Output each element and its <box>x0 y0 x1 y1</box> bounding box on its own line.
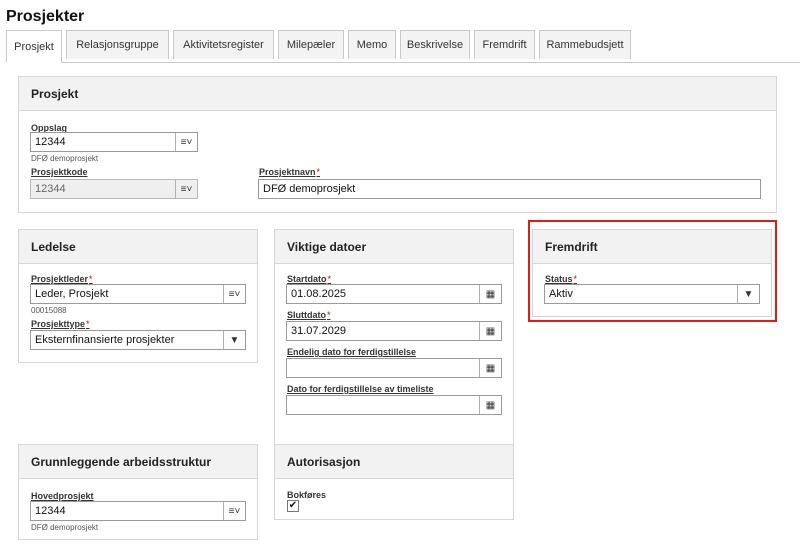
chevron-down-icon[interactable]: ▼ <box>223 331 245 349</box>
tab-aktivitetsregister[interactable]: Aktivitetsregister <box>173 30 274 59</box>
calendar-icon[interactable]: ▦ <box>479 359 501 377</box>
hovedprosjekt-label: Hovedprosjekt <box>31 491 94 501</box>
prosjektkode-field[interactable]: 12344 ≡˅ <box>30 179 198 199</box>
ledelse-card: Ledelse Prosjektleder* Leder, Prosjekt ≡… <box>18 229 258 363</box>
autorisasjon-card: Autorisasjon Bokføres ✔ <box>274 444 514 520</box>
endelig-dato-field[interactable]: ▦ <box>286 358 502 378</box>
tab-fremdrift[interactable]: Fremdrift <box>474 30 535 59</box>
timeliste-dato-field[interactable]: ▦ <box>286 395 502 415</box>
prosjektleder-id: 00015088 <box>31 306 67 315</box>
calendar-icon[interactable]: ▦ <box>479 396 501 414</box>
arbeidsstruktur-card-title: Grunnleggende arbeidsstruktur <box>19 445 257 479</box>
startdato-value: 01.08.2025 <box>291 288 347 300</box>
prosjektleder-field[interactable]: Leder, Prosjekt ≡˅ <box>30 284 246 304</box>
prosjektnavn-field[interactable]: DFØ demoprosjekt <box>258 179 761 199</box>
ledelse-card-title: Ledelse <box>19 230 257 264</box>
hovedprosjekt-value: 12344 <box>35 505 66 517</box>
oppslag-value: 12344 <box>35 136 66 148</box>
page-title: Prosjekter <box>6 8 85 25</box>
endelig-dato-label: Endelig dato for ferdigstillelse <box>287 347 417 357</box>
highlight-box <box>528 220 777 322</box>
hovedprosjekt-description: DFØ demoprosjekt <box>31 523 99 532</box>
prosjekt-card: Prosjekt Oppslag 12344 ≡˅ DFØ demoprosje… <box>18 76 777 213</box>
hovedprosjekt-field[interactable]: 12344 ≡˅ <box>30 501 246 521</box>
tab-content: Prosjekt Oppslag 12344 ≡˅ DFØ demoprosje… <box>6 63 800 551</box>
prosjekttype-select[interactable]: Eksternfinansierte prosjekter ▼ <box>30 330 246 350</box>
prosjektkode-label: Prosjektkode <box>31 167 88 177</box>
bokfores-checkbox[interactable]: ✔ <box>287 500 299 512</box>
prosjektnavn-value: DFØ demoprosjekt <box>263 183 356 195</box>
tab-bar: Prosjekt Relasjonsgruppe Aktivitetsregis… <box>6 30 800 63</box>
sluttdato-label: Sluttdato* <box>287 310 331 320</box>
prosjekttype-value: Eksternfinansierte prosjekter <box>35 334 175 346</box>
tab-relasjonsgruppe[interactable]: Relasjonsgruppe <box>66 30 169 59</box>
tab-beskrivelse[interactable]: Beskrivelse <box>400 30 470 59</box>
prosjektkode-value: 12344 <box>35 183 66 195</box>
list-lookup-icon[interactable]: ≡˅ <box>223 502 245 520</box>
prosjekttype-label: Prosjekttype* <box>31 319 90 329</box>
sluttdato-value: 31.07.2029 <box>291 325 347 337</box>
oppslag-field[interactable]: 12344 ≡˅ <box>30 132 198 152</box>
timeliste-dato-label: Dato for ferdigstillelse av timeliste <box>287 384 434 394</box>
list-lookup-icon[interactable]: ≡˅ <box>223 285 245 303</box>
tab-prosjekt[interactable]: Prosjekt <box>6 30 62 63</box>
arbeidsstruktur-card: Grunnleggende arbeidsstruktur Hovedprosj… <box>18 444 258 540</box>
list-lookup-icon[interactable]: ≡˅ <box>175 180 197 198</box>
calendar-icon[interactable]: ▦ <box>479 322 501 340</box>
oppslag-description: DFØ demoprosjekt <box>31 154 99 163</box>
tab-rammebudsjett[interactable]: Rammebudsjett <box>539 30 631 59</box>
sluttdato-field[interactable]: 31.07.2029 ▦ <box>286 321 502 341</box>
list-lookup-icon[interactable]: ≡˅ <box>175 133 197 151</box>
prosjektleder-value: Leder, Prosjekt <box>35 288 109 300</box>
calendar-icon[interactable]: ▦ <box>479 285 501 303</box>
checkmark-icon: ✔ <box>288 500 298 511</box>
tab-milepaeler[interactable]: Milepæler <box>278 30 344 59</box>
autorisasjon-card-title: Autorisasjon <box>275 445 513 479</box>
prosjektnavn-label: Prosjektnavn* <box>259 167 321 177</box>
viktige-datoer-card-title: Viktige datoer <box>275 230 513 264</box>
startdato-field[interactable]: 01.08.2025 ▦ <box>286 284 502 304</box>
startdato-label: Startdato* <box>287 274 332 284</box>
bokfores-label: Bokføres <box>287 490 327 500</box>
prosjekt-card-title: Prosjekt <box>19 77 776 111</box>
prosjektleder-label: Prosjektleder* <box>31 274 93 284</box>
tab-memo[interactable]: Memo <box>348 30 396 59</box>
